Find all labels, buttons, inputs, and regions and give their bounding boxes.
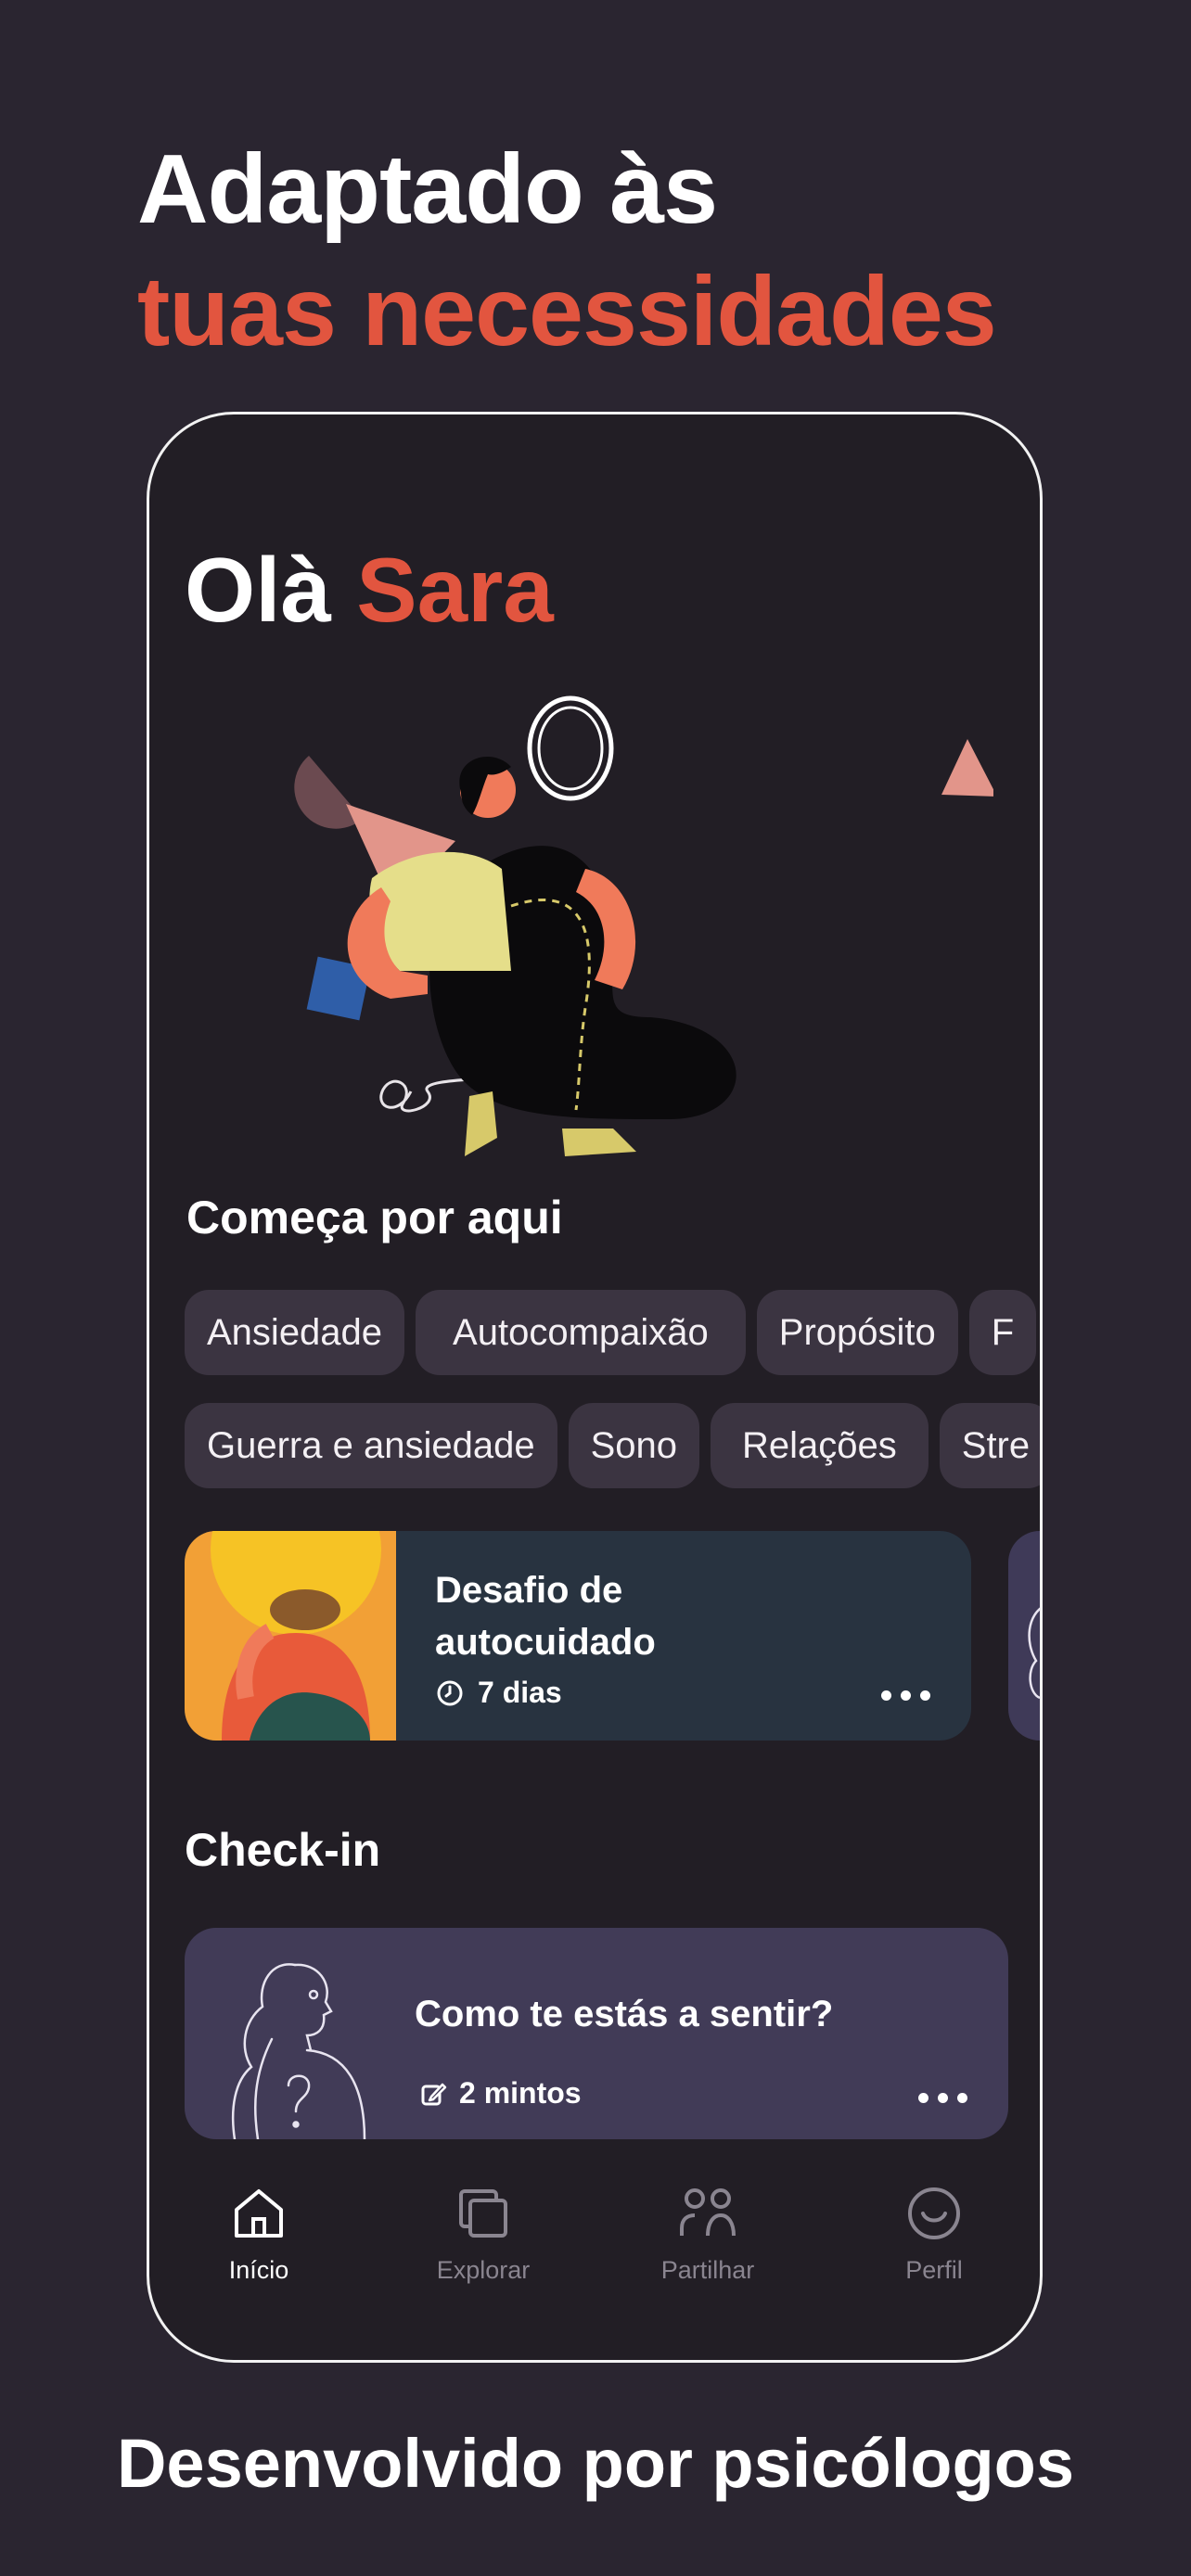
clock-icon: [437, 1680, 463, 1705]
challenge-more-icon[interactable]: [881, 1690, 930, 1701]
explore-icon: [459, 2189, 507, 2238]
greeting: Olà Sara: [185, 539, 554, 641]
home-icon: [235, 2189, 283, 2238]
chip-partial[interactable]: F: [968, 1290, 1037, 1375]
profile-smile-icon: [908, 2187, 960, 2239]
chip-row-1: Ansiedade Autocompaixão Propósito F: [185, 1290, 1037, 1375]
tab-share[interactable]: Partilhar: [624, 2182, 791, 2285]
chip-relationships[interactable]: Relações: [711, 1403, 928, 1488]
tab-share-label: Partilhar: [660, 2256, 755, 2284]
tab-home-label: Início: [228, 2256, 289, 2284]
challenge-meta: 7 dias: [435, 1676, 562, 1710]
challenge-title: Desafio de autocuidado: [435, 1570, 656, 1663]
hero-illustration: [294, 695, 993, 1156]
checkin-section-title: Check-in: [185, 1824, 381, 1876]
greeting-prefix: Olà: [185, 539, 331, 641]
person-question-illustration: [231, 1963, 366, 2139]
magnifier-lens: [527, 695, 614, 801]
marketing-headline: Adaptado às tuas necessidades: [137, 128, 997, 373]
chip-war-anxiety[interactable]: Guerra e ansiedade: [185, 1403, 557, 1488]
next-card-art: [1028, 1607, 1040, 1700]
chip-sleep[interactable]: Sono: [568, 1403, 699, 1488]
checkin-question: Como te estás a sentir?: [415, 1994, 834, 2034]
person-shoe-1: [465, 1091, 497, 1156]
tab-home[interactable]: Início: [175, 2182, 342, 2285]
chip-anxiety[interactable]: Ansiedade: [185, 1290, 405, 1375]
chip-stress-partial[interactable]: Stre: [939, 1403, 1040, 1488]
tab-explore-label: Explorar: [436, 2256, 531, 2284]
chip-purpose[interactable]: Propósito: [756, 1290, 958, 1375]
chip-self-compassion[interactable]: Autocompaixão: [416, 1290, 746, 1375]
person-shoe-2: [562, 1129, 636, 1156]
shape-triangle-pink-small: [941, 739, 993, 797]
bottom-tab-bar: Início Explorar Partilhar Perfil: [149, 2182, 1040, 2321]
tab-profile-label: Perfil: [905, 2256, 963, 2284]
challenge-thumbnail: [185, 1531, 396, 1741]
challenge-card[interactable]: Desafio de autocuidado 7 dias: [185, 1531, 971, 1741]
person-shirt: [369, 851, 511, 971]
challenge-duration: 7 dias: [478, 1676, 562, 1709]
footer-tagline: Desenvolvido por psicólogos: [116, 2425, 1075, 2502]
phone-frame: Olà Sara Começa por aqui Ansiedade Autoc…: [147, 412, 1043, 2363]
greeting-name: Sara: [356, 539, 554, 641]
start-section-title: Começa por aqui: [186, 1192, 563, 1243]
edit-icon: [421, 2083, 447, 2105]
next-card-peek[interactable]: [1008, 1531, 1040, 1741]
checkin-meta: 2 mintos: [418, 2076, 582, 2111]
checkin-more-icon[interactable]: [918, 2093, 967, 2103]
checkin-duration: 2 mintos: [459, 2076, 582, 2110]
checkin-card[interactable]: Como te estás a sentir? 2 mintos: [185, 1928, 1008, 2139]
tab-profile[interactable]: Perfil: [851, 2182, 1018, 2285]
chip-row-2: Guerra e ansiedade Sono Relações Stre: [185, 1403, 1040, 1488]
headline-line-2: tuas necessidades: [137, 257, 997, 366]
headline-line-1: Adaptado às: [137, 134, 718, 244]
share-people-icon: [680, 2188, 736, 2237]
tab-explore[interactable]: Explorar: [400, 2182, 567, 2285]
